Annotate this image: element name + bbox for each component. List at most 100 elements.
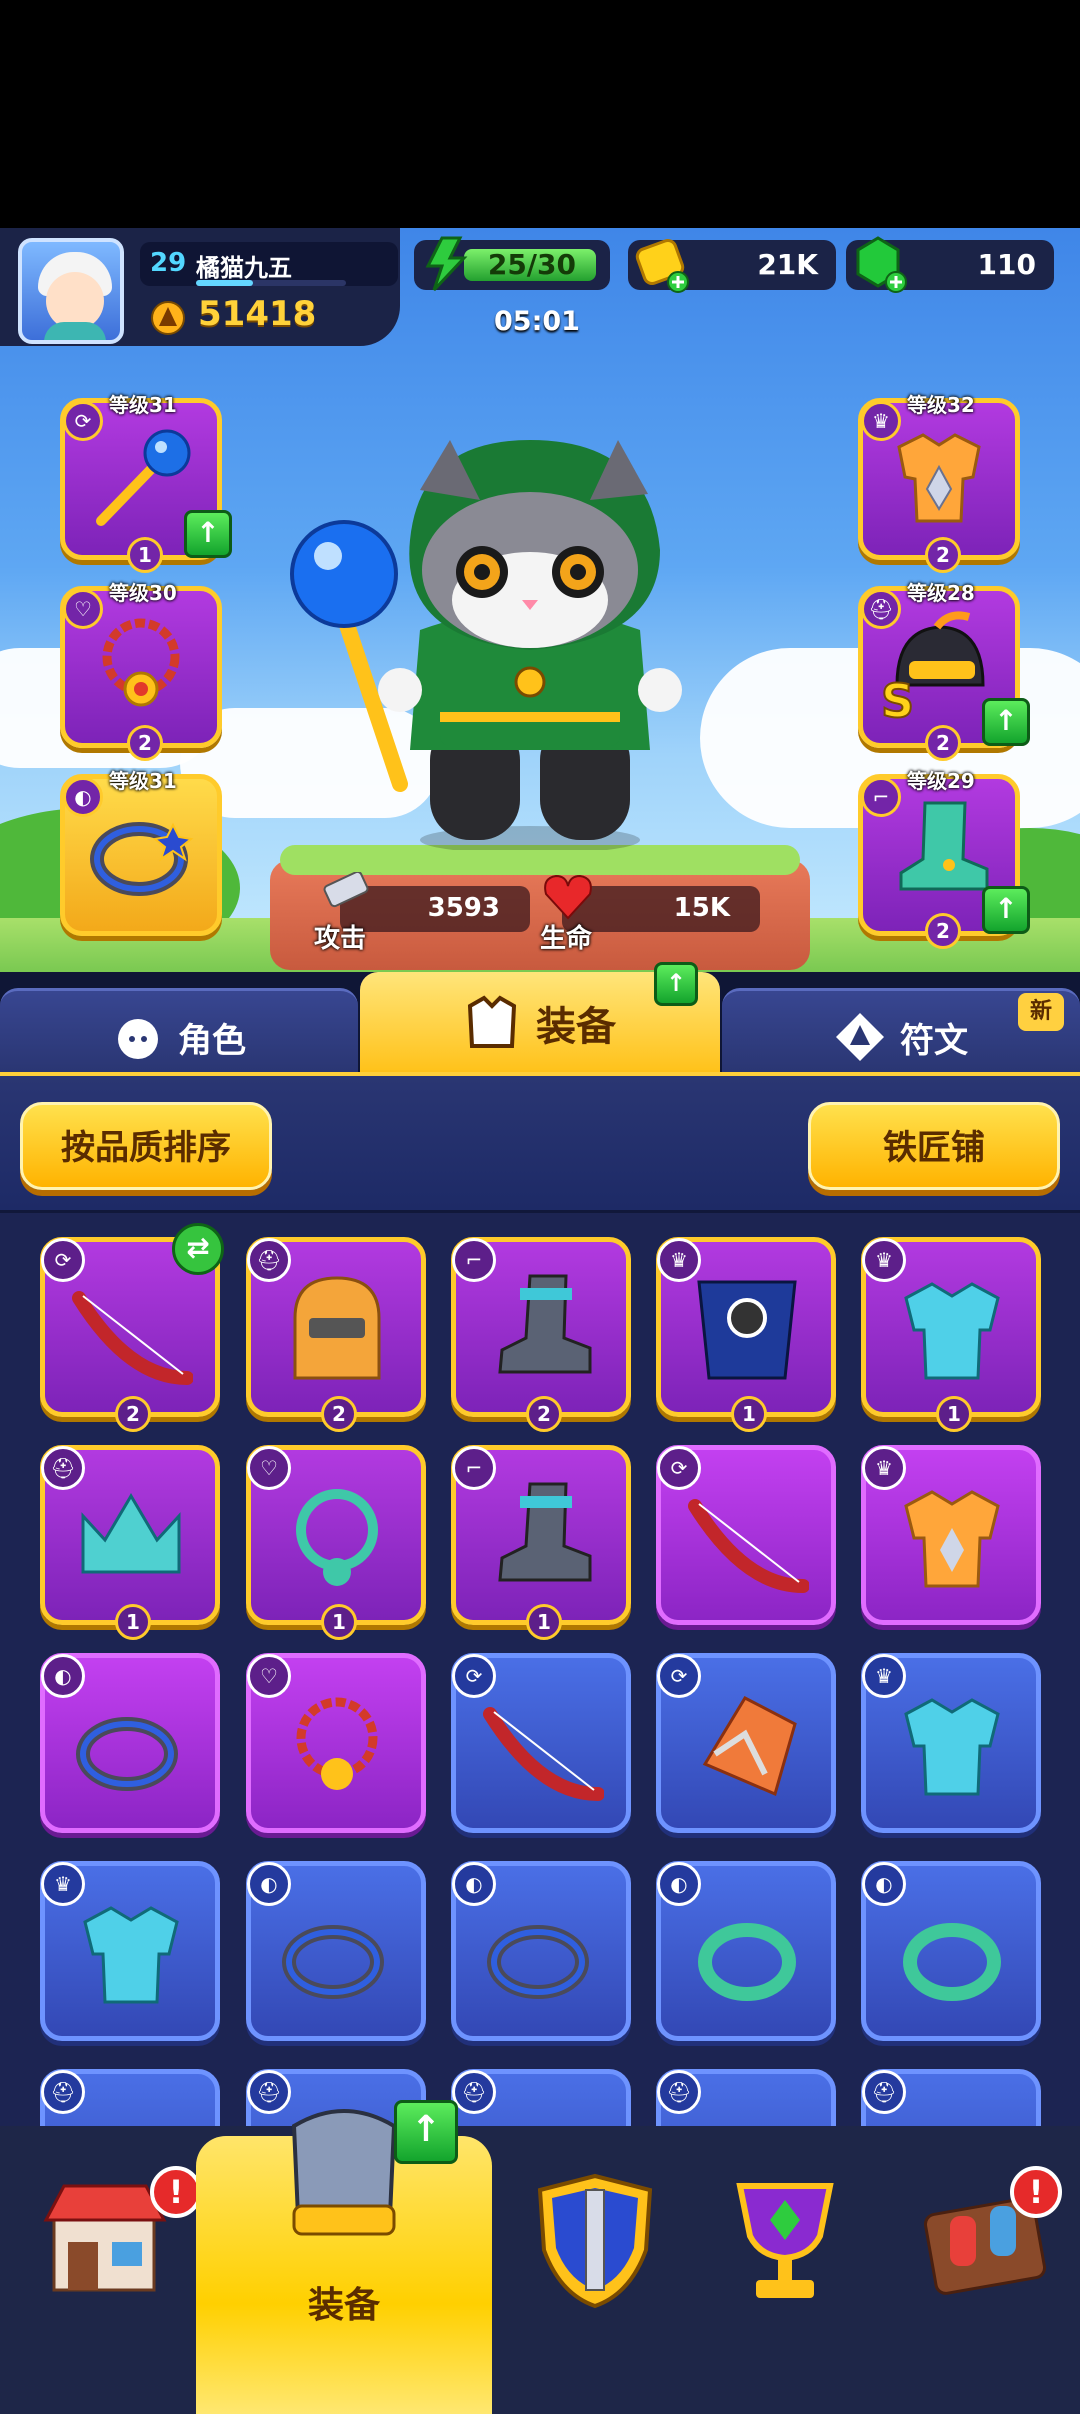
slot-star: 2	[925, 537, 961, 573]
hp-stat: 生命 15K	[540, 874, 760, 954]
item-star: 2	[321, 1396, 357, 1432]
trophy-icon	[736, 2183, 834, 2298]
slot-star: 1	[127, 537, 163, 573]
cape-icon	[697, 1280, 797, 1380]
top-hud: 29 橘猫九五 51418 25/30 05:01 21K 110	[0, 228, 1080, 346]
boots-icon	[498, 1482, 592, 1582]
bow-icon	[688, 1499, 809, 1593]
helmet-type-icon: ⛑	[452, 2070, 496, 2114]
item-boots[interactable]: ⌐ 2	[451, 1237, 631, 1432]
swap-icon[interactable]: ⇄	[172, 1223, 224, 1275]
item-star: 2	[526, 1396, 562, 1432]
gold-pill[interactable]: 21K	[628, 238, 836, 293]
item-cape[interactable]: ♛ 1	[656, 1237, 836, 1432]
tab-role-label: 角色	[178, 1021, 246, 1061]
slot-star: 2	[925, 725, 961, 761]
armor-icon	[897, 433, 981, 523]
player-panel: 29 橘猫九五 51418	[0, 228, 400, 346]
equip-slot-armor[interactable]: 等级32 ♛ 2	[858, 393, 1020, 573]
hp-value: 15K	[673, 893, 730, 923]
tab-rune[interactable]: 符文 新	[722, 988, 1080, 1072]
attack-label: 攻击	[314, 924, 367, 954]
gem-icon	[856, 236, 907, 293]
chestplate-icon	[83, 1906, 179, 2004]
item-star: 1	[115, 1604, 151, 1640]
item-boots[interactable]: ⌐ 1	[451, 1445, 631, 1640]
item-ring[interactable]: ◐	[40, 1653, 220, 1833]
slot-level: 等级28	[907, 581, 975, 605]
tab-equip[interactable]: 装备 ↑	[360, 962, 720, 1072]
inventory-grid: ⟳ 2 ⇄ ⛑ 2 ⌐ 2 ♛ 1 ♛ 1 ⛑ 1 ♡ 1 ⌐ 1 ⟳ ♛ ◐ …	[0, 1210, 1080, 2130]
item-bow[interactable]: ⟳	[451, 1653, 631, 1833]
energy-timer: 05:01	[494, 306, 580, 337]
item-helmet[interactable]: ⛑	[451, 2069, 631, 2130]
item-star: 1	[936, 1396, 972, 1432]
attack-sword-icon	[323, 872, 369, 908]
hp-label: 生命	[540, 924, 593, 954]
new-badge: 新	[1018, 993, 1064, 1031]
attack-value: 3593	[427, 893, 500, 923]
bow-icon	[483, 1707, 604, 1801]
knight-helmet-icon	[293, 1276, 381, 1380]
item-chest[interactable]: ♛ 1	[861, 1237, 1041, 1432]
item-necklace[interactable]: ♡	[246, 1653, 426, 1833]
player-level-box: 29 橘猫九五	[140, 242, 398, 286]
blacksmith-button[interactable]: 铁匠铺	[808, 1102, 1060, 1190]
nav-events[interactable]: !	[880, 2126, 1070, 2414]
item-helmet[interactable]: ⛑	[656, 2069, 836, 2130]
item-ring[interactable]: ◐	[861, 1861, 1041, 2041]
item-ring[interactable]: ◐	[656, 1861, 836, 2041]
upgrade-arrow-icon: ↑	[654, 962, 698, 1006]
slot-star: 2	[127, 725, 163, 761]
item-star: 2	[115, 1396, 151, 1432]
nav-trophy[interactable]	[690, 2126, 880, 2414]
tab-role[interactable]: 角色	[0, 988, 358, 1072]
energy-pill[interactable]: 25/30	[414, 236, 610, 292]
item-helmet[interactable]: ⛑	[40, 2069, 220, 2130]
item-bow[interactable]: ⟳	[656, 1445, 836, 1625]
gold-value: 21K	[757, 248, 818, 281]
item-ring[interactable]: ◐	[451, 1861, 631, 2041]
helmet-type-icon: ⛑	[657, 2070, 701, 2114]
sort-by-quality-button[interactable]: 按品质排序	[20, 1102, 272, 1190]
item-claw[interactable]: ⟳	[656, 1653, 836, 1833]
crown-icon	[81, 1493, 181, 1574]
gold-icon	[635, 238, 689, 293]
nav-battle[interactable]	[500, 2126, 690, 2414]
equip-armor-icon	[291, 2109, 397, 2236]
attack-stat: 攻击 3593	[314, 872, 530, 954]
ring-icon	[90, 822, 194, 896]
xp-bar	[196, 280, 346, 286]
ring-icon	[487, 1925, 589, 1999]
item-necklace[interactable]: ♡ 1	[246, 1445, 426, 1640]
item-chest[interactable]: ♛	[40, 1861, 220, 2041]
player-avatar[interactable]	[18, 238, 124, 344]
energy-bolt-icon	[425, 236, 468, 292]
item-helmet[interactable]: ⛑	[861, 2069, 1041, 2130]
item-star: 1	[321, 1604, 357, 1640]
slot-level: 等级32	[907, 393, 975, 417]
item-helmet[interactable]: ⛑ 2	[246, 1237, 426, 1432]
upgrade-arrow-icon[interactable]: ↑	[982, 698, 1030, 746]
magic-staff-icon	[290, 520, 408, 792]
upgrade-arrow-icon[interactable]: ↑	[184, 510, 232, 558]
equip-slot-ring[interactable]: 等级31 ◐	[60, 769, 222, 936]
item-crown[interactable]: ⛑ 1	[40, 1445, 220, 1640]
upgrade-arrow-icon[interactable]: ↑	[982, 886, 1030, 934]
item-armor[interactable]: ♛	[861, 1445, 1041, 1625]
chestplate-icon	[904, 1698, 1000, 1796]
nav-equip[interactable]: ↑ 装备	[196, 2100, 492, 2414]
player-level: 29	[150, 248, 187, 278]
necklace-icon	[102, 618, 180, 707]
claw-icon	[702, 1696, 797, 1797]
item-chest[interactable]: ♛	[861, 1653, 1041, 1833]
equip-slot-necklace[interactable]: 等级30 ♡ 2	[60, 581, 222, 761]
item-star: 1	[731, 1396, 767, 1432]
boots-icon	[498, 1274, 592, 1374]
nav-shop[interactable]: !	[20, 2126, 210, 2414]
green-ring-icon	[698, 1923, 796, 2001]
gem-pill[interactable]: 110	[846, 236, 1054, 293]
rune-icon	[836, 1013, 884, 1061]
bow-icon	[72, 1291, 193, 1385]
item-ring[interactable]: ◐	[246, 1861, 426, 2041]
